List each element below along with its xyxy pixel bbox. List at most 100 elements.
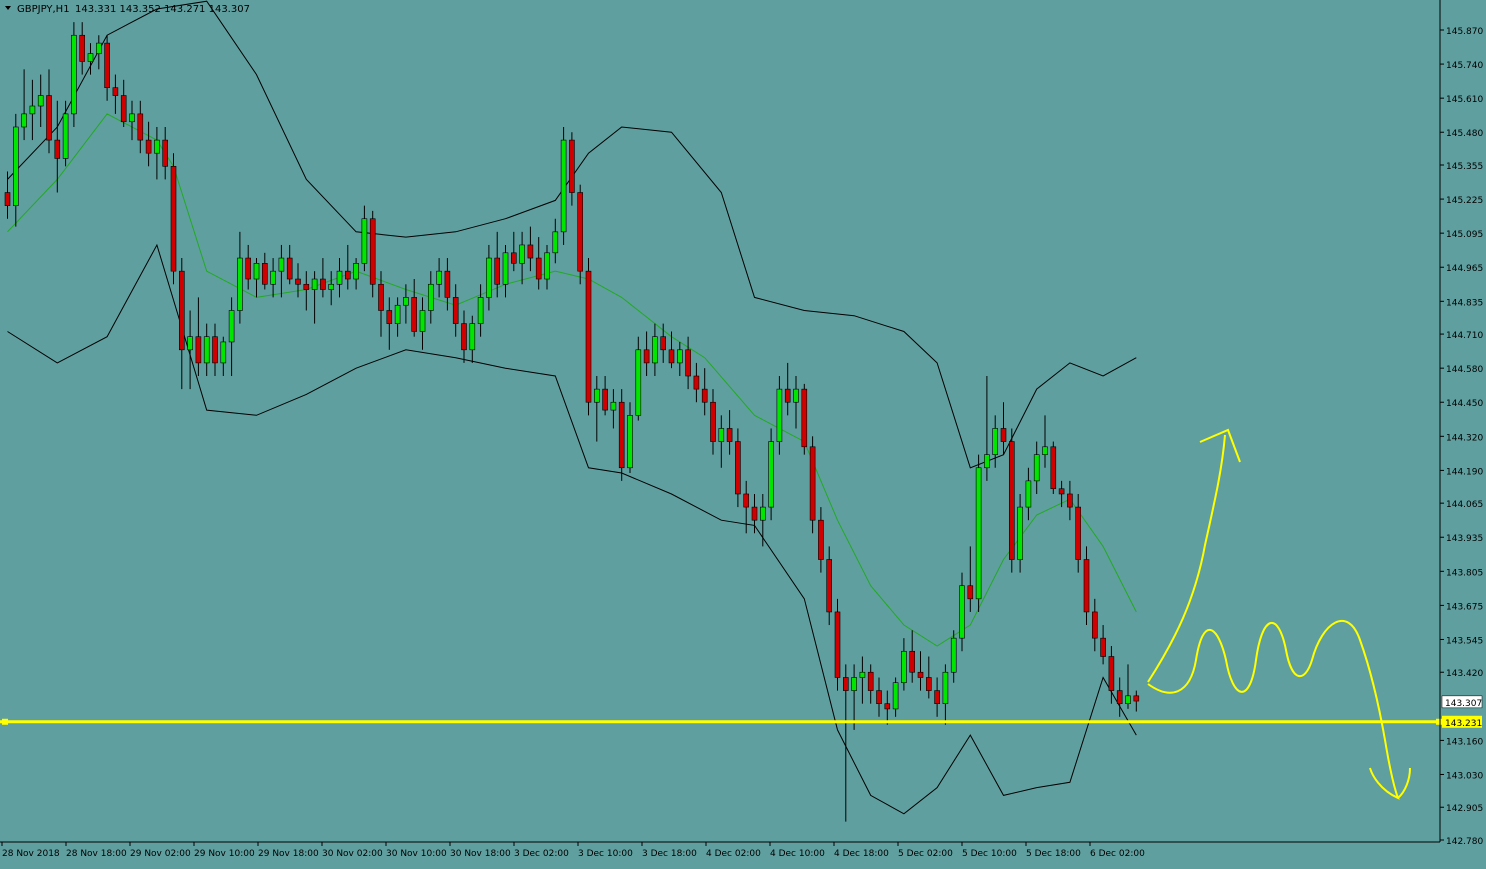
bull-candle-body bbox=[270, 270, 276, 285]
bull-candle-body bbox=[1025, 480, 1032, 508]
bull-candle-body bbox=[1033, 454, 1040, 482]
bear-candle-body bbox=[369, 218, 376, 285]
bull-candle-body bbox=[477, 297, 484, 324]
bear-candle-body bbox=[842, 677, 849, 691]
candle[interactable] bbox=[809, 436, 816, 534]
bear-candle-body bbox=[784, 388, 791, 403]
level-handle[interactable] bbox=[1436, 718, 1442, 725]
bear-candle-body bbox=[735, 441, 741, 495]
chart-window[interactable]: 143.231 143.307 145.870 145.740 145.610 145.… bbox=[0, 0, 1486, 865]
level-handle[interactable] bbox=[2, 718, 8, 725]
price-tick-label: 143.935 bbox=[1446, 534, 1483, 544]
bull-candle-body bbox=[403, 297, 409, 306]
bear-candle-body bbox=[668, 349, 675, 364]
candle[interactable] bbox=[768, 428, 774, 521]
price-tick-label: 145.095 bbox=[1446, 230, 1483, 240]
bear-candle-body bbox=[1116, 690, 1123, 704]
candle[interactable] bbox=[1050, 441, 1057, 494]
bear-candle-body bbox=[884, 703, 891, 710]
bull-candle-body bbox=[793, 388, 799, 403]
price-tick-label: 143.420 bbox=[1446, 669, 1483, 679]
candle[interactable] bbox=[560, 126, 567, 245]
price-tick-label: 143.160 bbox=[1446, 737, 1483, 747]
time-tick-label: 28 Nov 2018 bbox=[2, 849, 60, 859]
symbol-label: GBPJPY,H1 bbox=[17, 4, 70, 15]
price-chart[interactable]: 143.231 143.307 145.870 145.740 145.610 145.… bbox=[0, 0, 1486, 865]
bear-candle-body bbox=[295, 278, 301, 285]
price-tick-label: 144.320 bbox=[1446, 433, 1483, 443]
price-tick-label: 143.545 bbox=[1446, 636, 1483, 646]
bull-candle-body bbox=[29, 105, 36, 115]
bear-candle-body bbox=[261, 263, 268, 285]
candle[interactable] bbox=[618, 389, 625, 481]
candle[interactable] bbox=[585, 258, 592, 416]
bull-candle-body bbox=[544, 252, 550, 280]
bear-candle-body bbox=[286, 257, 293, 280]
bull-candle-body bbox=[959, 585, 965, 639]
candle[interactable] bbox=[801, 383, 808, 455]
bear-candle-body bbox=[867, 671, 874, 691]
candle[interactable] bbox=[170, 153, 177, 285]
candle[interactable] bbox=[577, 184, 584, 285]
bull-candle-body bbox=[154, 139, 160, 154]
current-price-label: 143.307 bbox=[1445, 699, 1482, 709]
bull-candle-body bbox=[950, 637, 957, 673]
bull-candle-body bbox=[436, 270, 442, 285]
bear-candle-body bbox=[1092, 611, 1098, 639]
price-tick-label: 145.480 bbox=[1446, 129, 1483, 139]
bear-candle-body bbox=[693, 375, 700, 390]
time-tick-label: 4 Dec 10:00 bbox=[770, 849, 825, 859]
bear-candle-body bbox=[585, 270, 592, 403]
bear-candle-body bbox=[212, 336, 218, 364]
time-tick-label: 5 Dec 02:00 bbox=[898, 849, 953, 859]
candle[interactable] bbox=[369, 210, 376, 298]
bear-candle-body bbox=[162, 139, 168, 167]
bull-candle-body bbox=[851, 677, 857, 691]
bear-candle-body bbox=[826, 559, 833, 613]
bull-candle-body bbox=[635, 349, 642, 416]
bull-candle-body bbox=[220, 341, 227, 364]
bear-candle-body bbox=[876, 690, 882, 704]
bull-candle-body bbox=[992, 428, 999, 455]
time-tick-label: 5 Dec 18:00 bbox=[1026, 849, 1081, 859]
bear-candle-body bbox=[137, 113, 144, 141]
price-tick-label: 145.740 bbox=[1446, 61, 1483, 71]
bull-candle-body bbox=[427, 283, 434, 311]
bear-candle-body bbox=[104, 42, 110, 88]
bull-candle-body bbox=[502, 252, 509, 285]
time-tick-label: 30 Nov 18:00 bbox=[450, 849, 511, 859]
bear-candle-body bbox=[378, 283, 384, 311]
bear-candle-body bbox=[1075, 506, 1081, 560]
time-tick-label: 5 Dec 10:00 bbox=[962, 849, 1017, 859]
candle[interactable] bbox=[834, 598, 841, 691]
bull-candle-body bbox=[253, 263, 260, 280]
bear-candle-body bbox=[710, 401, 716, 442]
candle[interactable] bbox=[71, 22, 77, 127]
bear-candle-body bbox=[743, 493, 750, 508]
bear-candle-body bbox=[602, 388, 608, 411]
bear-candle-body bbox=[909, 650, 916, 673]
bull-candle-body bbox=[859, 671, 866, 678]
bear-candle-body bbox=[1008, 441, 1015, 560]
bear-candle-body bbox=[46, 95, 52, 141]
bear-candle-body bbox=[660, 336, 667, 351]
time-tick-label: 28 Nov 18:00 bbox=[66, 849, 127, 859]
candle[interactable] bbox=[1008, 428, 1015, 573]
bear-candle-body bbox=[643, 349, 650, 364]
bear-candle-body bbox=[818, 519, 824, 560]
bull-candle-body bbox=[1125, 695, 1131, 704]
bear-candle-body bbox=[145, 139, 152, 154]
time-tick-label: 3 Dec 02:00 bbox=[514, 849, 569, 859]
price-tick-label: 144.580 bbox=[1446, 365, 1483, 375]
bear-candle-body bbox=[809, 446, 816, 521]
bear-candle-body bbox=[386, 310, 393, 324]
bear-candle-body bbox=[1100, 637, 1106, 657]
bull-candle-body bbox=[278, 257, 285, 272]
bear-candle-body bbox=[917, 671, 924, 678]
bull-candle-body bbox=[203, 336, 210, 364]
bull-candle-body bbox=[519, 244, 525, 264]
candle[interactable] bbox=[975, 454, 982, 612]
time-tick-label: 4 Dec 02:00 bbox=[706, 849, 761, 859]
bear-candle-body bbox=[685, 349, 691, 377]
bear-candle-body bbox=[726, 428, 733, 442]
